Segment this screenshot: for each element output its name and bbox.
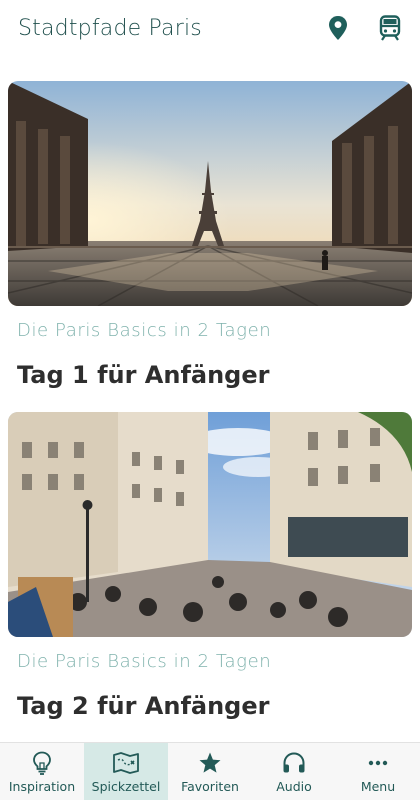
nav-item-spickzettel[interactable]: Spickzettel bbox=[84, 743, 168, 800]
nav-label: Spickzettel bbox=[91, 778, 161, 794]
map-pin-icon[interactable] bbox=[326, 15, 350, 41]
card-subtitle: Die Paris Basics in 2 Tagen bbox=[17, 320, 272, 341]
card-subtitle: Die Paris Basics in 2 Tagen bbox=[17, 651, 272, 672]
train-icon[interactable] bbox=[378, 15, 402, 41]
nav-item-menu[interactable]: Menu bbox=[336, 743, 420, 800]
more-icon bbox=[365, 750, 391, 776]
card-image-montmartre[interactable] bbox=[8, 412, 412, 637]
nav-item-favoriten[interactable]: Favoriten bbox=[168, 743, 252, 800]
tour-list[interactable]: Die Paris Basics in 2 Tagen Tag 1 für An… bbox=[0, 56, 420, 742]
tour-card-day-1[interactable]: Die Paris Basics in 2 Tagen Tag 1 für An… bbox=[8, 81, 412, 389]
lightbulb-icon bbox=[29, 750, 55, 776]
nav-label: Menu bbox=[360, 778, 396, 794]
star-icon bbox=[197, 750, 223, 776]
app-header: Stadtpfade Paris bbox=[0, 0, 420, 56]
card-image-eiffel-tower[interactable] bbox=[8, 81, 412, 306]
nav-label: Audio bbox=[276, 778, 312, 794]
nav-item-audio[interactable]: Audio bbox=[252, 743, 336, 800]
card-title[interactable]: Tag 1 für Anfänger bbox=[8, 361, 412, 389]
nav-item-inspiration[interactable]: Inspiration bbox=[0, 743, 84, 800]
bottom-navigation: Inspiration Spickzettel Favoriten Audio … bbox=[0, 742, 420, 800]
nav-label: Favoriten bbox=[181, 778, 239, 794]
headphones-icon bbox=[281, 750, 307, 776]
map-icon bbox=[113, 750, 139, 776]
nav-label: Inspiration bbox=[8, 778, 76, 794]
app-title: Stadtpfade Paris bbox=[18, 15, 202, 41]
tour-card-day-2[interactable]: Die Paris Basics in 2 Tagen Tag 2 für An… bbox=[8, 412, 412, 720]
header-actions bbox=[326, 15, 402, 41]
card-title[interactable]: Tag 2 für Anfänger bbox=[8, 692, 412, 720]
